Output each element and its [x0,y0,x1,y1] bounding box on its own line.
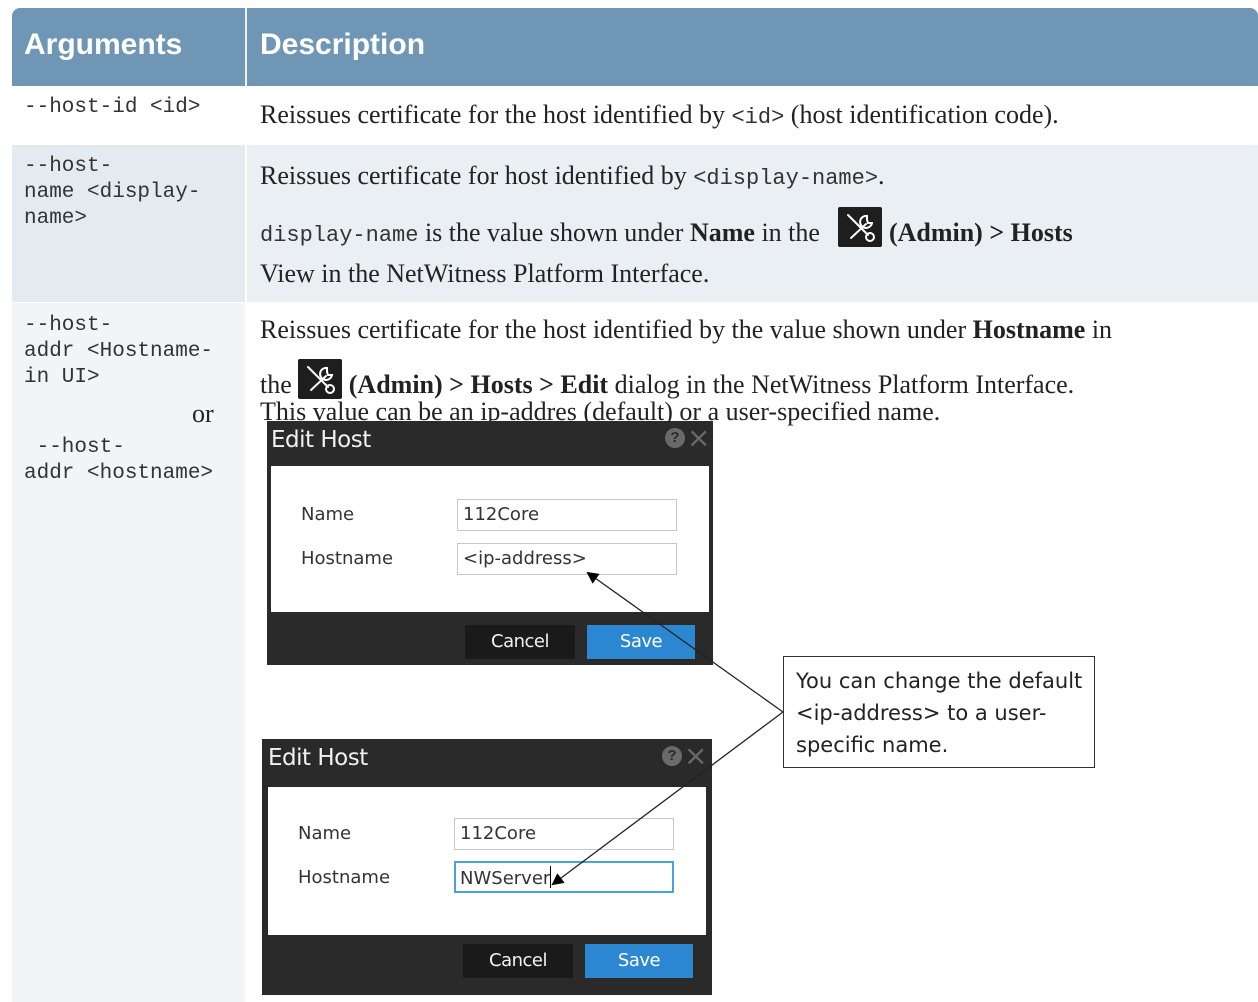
description-line: View in the NetWitness Platform Interfac… [260,259,710,288]
admin-tools-icon [838,207,883,247]
description-line: Reissues certificate for the host identi… [260,315,1113,344]
header-arguments: Arguments [24,28,183,61]
name-field[interactable]: 112Core [457,499,677,531]
table-header: Arguments Description [12,8,1258,86]
edit-host-dialog: Edit Host ? × Name 112Core Hostname NWSe… [262,739,712,995]
argument-host-name: --host- name <display- name> [24,155,201,230]
argument-host-addr-ui: --host- addr <Hostname- in UI> [24,314,214,389]
header-description: Description [260,28,426,61]
description-line: display-name is the value shown under Na… [260,207,1073,248]
argument-cell: --host-id <id> [12,86,245,144]
argument-host-id: --host-id <id> [24,96,201,119]
close-icon[interactable]: × [687,421,710,454]
argument-cell: --host- addr <Hostname- in UI> or --host… [12,303,245,1002]
dialog-title: Edit Host [271,427,371,453]
dialog-title: Edit Host [268,745,368,771]
text-caret [550,866,552,888]
cancel-button[interactable]: Cancel [465,625,575,659]
save-button[interactable]: Save [585,944,693,978]
description-cell: Reissues certificate for the host identi… [247,86,1258,144]
name-label: Name [298,823,352,844]
close-icon[interactable]: × [684,739,707,772]
hostname-field[interactable]: <ip-address> [457,543,677,575]
description-cell: Reissues certificate for host identified… [247,145,1258,302]
cancel-button[interactable]: Cancel [463,944,573,978]
hostname-label: Hostname [301,548,394,569]
argument-cell: --host- name <display- name> [12,145,245,302]
table-row: --host- name <display- name> Reissues ce… [12,145,1258,302]
dialog-body: Name 112Core Hostname NWServer [268,787,706,935]
table-row: --host-id <id> Reissues certificate for … [12,86,1258,144]
callout-box: You can change the default <ip-address> … [783,656,1095,768]
save-button[interactable]: Save [587,625,695,659]
name-label: Name [301,504,355,525]
help-icon[interactable]: ? [665,428,685,448]
hostname-field[interactable]: NWServer [454,861,674,893]
help-icon[interactable]: ? [662,746,682,766]
admin-tools-icon [298,359,343,399]
description-line: the (Admin) > Hosts > Edit dialog in the… [260,359,1074,400]
argument-host-addr: --host- addr <hostname> [24,436,214,485]
argument-or: or [192,399,214,428]
description-text: Reissues certificate for the host identi… [260,100,1059,130]
hostname-label: Hostname [298,867,391,888]
description-line: Reissues certificate for host identified… [260,161,885,191]
callout-text: You can change the default <ip-address> … [796,669,1083,757]
edit-host-dialog: Edit Host ? × Name 112Core Hostname <ip-… [267,421,713,665]
dialog-body: Name 112Core Hostname <ip-address> [271,466,709,612]
name-field[interactable]: 112Core [454,818,674,850]
